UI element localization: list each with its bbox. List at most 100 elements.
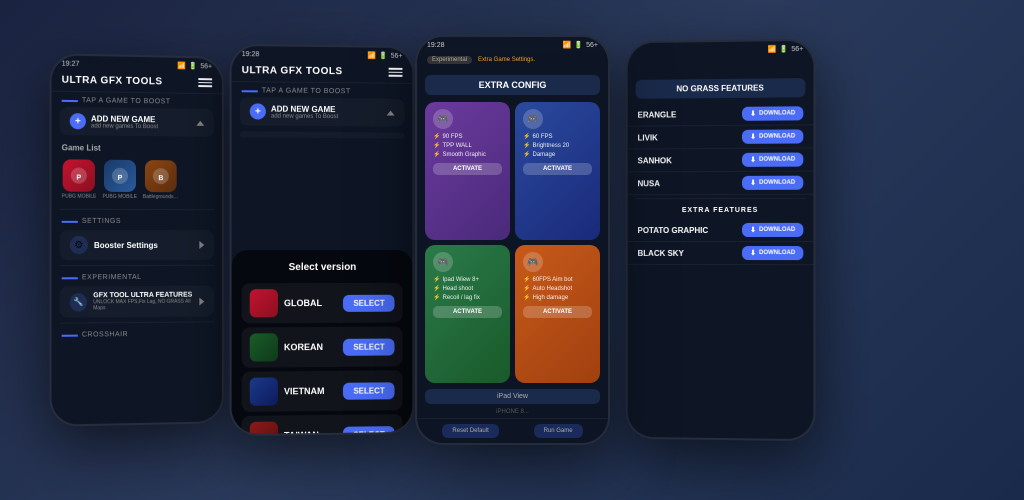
download-icon-sanhok: ⬇: [750, 156, 756, 164]
download-row-blacksky: BLACK SKY ⬇ DOWNLOAD: [628, 242, 814, 265]
plus-icon-2: +: [250, 103, 266, 119]
chevron-right-settings: [199, 241, 204, 249]
list-item[interactable]: P PUBG MOBILE: [62, 159, 97, 199]
run-game-btn[interactable]: Run Game: [534, 424, 583, 438]
time-2: 19:28: [242, 51, 260, 58]
modal-title: Select version: [242, 262, 403, 273]
chevron-right-exp: [199, 297, 204, 305]
app-header-1: ULTRA GFX TOOLS: [52, 69, 222, 94]
settings-row[interactable]: ⚙ Booster Settings: [60, 230, 214, 260]
exp-icon: 🔧: [70, 293, 87, 311]
hamburger-menu-2[interactable]: [389, 68, 403, 77]
activate-btn-purple[interactable]: ACTIVATE: [433, 163, 502, 175]
download-icon-livik: ⬇: [750, 133, 756, 141]
notch-3: [493, 37, 533, 45]
version-row-hint: [240, 131, 405, 138]
app-header-2: ULTRA GFX TOOLS: [232, 60, 413, 84]
phone-4: 📶 🔋 56+ NO GRASS FEATURES ERANGLE ⬇ DOWN…: [626, 39, 816, 442]
version-row-global[interactable]: GLOBAL SELECT: [242, 283, 403, 324]
config-card-orange[interactable]: 🎮 60FPS Aim bot Auto Headshot High damag…: [515, 245, 600, 383]
notch-4: [700, 42, 740, 51]
download-row-erangle: ERANGLE ⬇ DOWNLOAD: [628, 102, 814, 127]
config-cards-grid: 🎮 90 FPS TPP WALL Smooth Graphic ACTIVAT…: [417, 98, 608, 387]
iphone-hint: iPHONE 8...: [417, 406, 608, 418]
download-btn-blacksky[interactable]: ⬇ DOWNLOAD: [742, 246, 803, 260]
experimental-bar: Experimental Extra Game Settings.: [417, 51, 608, 72]
activate-btn-green[interactable]: ACTIVATE: [433, 306, 502, 318]
svg-text:P: P: [117, 175, 122, 182]
time-3: 19:28: [427, 42, 445, 49]
config-card-purple[interactable]: 🎮 90 FPS TPP WALL Smooth Graphic ACTIVAT…: [425, 102, 510, 240]
download-row-livik: LIVIK ⬇ DOWNLOAD: [628, 125, 814, 149]
version-modal: Select version GLOBAL SELECT KOREAN: [232, 250, 413, 434]
divider-1: [60, 209, 214, 211]
select-btn-global[interactable]: SELECT: [343, 294, 394, 311]
game-icon-bgmi: B: [145, 160, 177, 192]
list-item[interactable]: P PUBG MOBILE: [102, 160, 136, 200]
ipad-view-bar[interactable]: iPad View: [425, 389, 600, 404]
divider-2: [60, 265, 214, 266]
card-icon-orange: 🎮: [523, 252, 543, 272]
download-icon-erangle: ⬇: [750, 110, 756, 118]
chevron-up-1: [196, 120, 204, 125]
version-row-korean[interactable]: KOREAN SELECT: [242, 327, 403, 368]
status-icons-3: 📶 🔋 56+: [563, 41, 598, 49]
no-grass-title: NO GRASS FEATURES: [636, 78, 806, 99]
reset-default-btn[interactable]: Reset Default: [442, 424, 498, 438]
download-btn-erangle[interactable]: ⬇ DOWNLOAD: [742, 106, 803, 121]
gear-icon: ⚙: [70, 236, 88, 254]
status-icons-2: 📶 🔋 56+: [367, 52, 402, 60]
download-icon-blacksky: ⬇: [750, 249, 756, 257]
game-icon-pubg1: P: [63, 159, 95, 191]
version-row-vietnam[interactable]: VIETNAM SELECT: [242, 370, 403, 412]
app-title-2: ULTRA GFX TOOLS: [242, 65, 343, 77]
phone-2: 19:28 📶 🔋 56+ ULTRA GFX TOOLS TAP A GAME…: [230, 44, 415, 436]
notch-2: [303, 47, 343, 55]
phone-1: 19:27 📶 🔋 56+ ULTRA GFX TOOLS TAP A GAME…: [49, 53, 223, 427]
chevron-up-2: [387, 110, 395, 115]
add-game-row-1[interactable]: + ADD NEW GAME add new games To Boost: [60, 107, 214, 137]
download-icon-potato: ⬇: [750, 226, 756, 234]
download-btn-nusa[interactable]: ⬇ DOWNLOAD: [742, 176, 803, 190]
version-row-taiwan[interactable]: TAIWAN SELECT: [242, 414, 403, 434]
select-btn-korean[interactable]: SELECT: [343, 338, 394, 355]
card-icon-green: 🎮: [433, 252, 453, 272]
tap-game-label-2: TAP A GAME TO BOOST: [232, 82, 413, 99]
game-icon-korean: [250, 333, 278, 361]
extra-features-title: EXTRA FEATURES: [628, 202, 814, 219]
game-icons-row: P PUBG MOBILE P PUBG MOBILE B Battlegrou…: [52, 155, 222, 206]
hamburger-menu-1[interactable]: [198, 78, 212, 87]
phone-3: 19:28 📶 🔋 56+ Experimental Extra Game Se…: [415, 35, 610, 445]
crosshair-section-label: CROSSHAIR: [52, 325, 222, 342]
status-icons-1: 📶 🔋 56+: [177, 62, 212, 71]
add-game-row-2[interactable]: + ADD NEW GAME add new games To Boost: [240, 97, 405, 126]
svg-text:B: B: [158, 175, 163, 182]
config-card-blue[interactable]: 🎮 60 FPS Brightness 20 Damage ACTIVATE: [515, 102, 600, 240]
list-item[interactable]: B Battlegrounds India: [143, 160, 179, 200]
settings-section-label: SETTINGS: [52, 213, 222, 228]
bottom-buttons-3: Reset Default Run Game: [417, 418, 608, 443]
config-card-green[interactable]: 🎮 Ipad Wiew 8+ Head shoot Recoil / lag f…: [425, 245, 510, 383]
status-icons-4: 📶 🔋 56+: [768, 45, 804, 53]
game-icon-global: [250, 289, 278, 317]
select-btn-taiwan[interactable]: SELECT: [343, 426, 394, 435]
download-btn-sanhok[interactable]: ⬇ DOWNLOAD: [742, 153, 803, 167]
notch-1: [118, 57, 158, 66]
plus-icon-1: +: [70, 113, 86, 129]
download-row-sanhok: SANHOK ⬇ DOWNLOAD: [628, 148, 814, 172]
download-row-potato: POTATO GRAPHIC ⬇ DOWNLOAD: [628, 219, 814, 242]
download-btn-livik[interactable]: ⬇ DOWNLOAD: [742, 129, 803, 143]
svg-text:P: P: [77, 175, 82, 182]
divider-4: [636, 198, 806, 199]
download-icon-nusa: ⬇: [750, 179, 756, 187]
download-row-nusa: NUSA ⬇ DOWNLOAD: [628, 172, 814, 196]
time-1: 19:27: [62, 60, 80, 67]
download-btn-potato[interactable]: ⬇ DOWNLOAD: [742, 223, 803, 237]
experimental-section-label: EXPERIMENTAL: [52, 269, 222, 285]
select-btn-vietnam[interactable]: SELECT: [343, 382, 394, 399]
game-icon-vietnam: [250, 377, 278, 405]
activate-btn-blue[interactable]: ACTIVATE: [523, 163, 592, 175]
activate-btn-orange[interactable]: ACTIVATE: [523, 306, 592, 318]
experimental-row[interactable]: 🔧 GFX TOOL ULTRA FEATURES UNLOCK MAX FPS…: [60, 286, 214, 318]
card-icon-blue: 🎮: [523, 109, 543, 129]
